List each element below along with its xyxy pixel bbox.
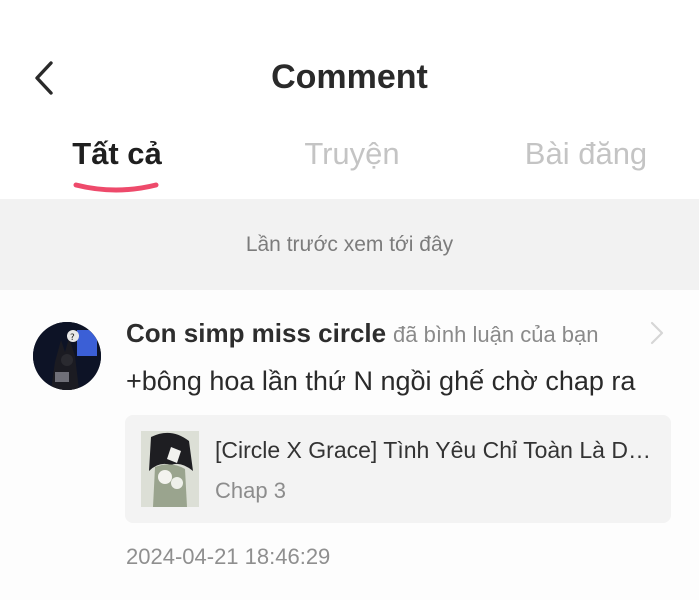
story-card[interactable]: [Circle X Grace] Tình Yêu Chỉ Toàn Là Dố… [125, 415, 671, 523]
last-viewed-divider: Lần trước xem tới đây [0, 199, 699, 290]
comment-author[interactable]: Con simp miss circle [126, 318, 386, 349]
avatar-image: ? [33, 322, 101, 390]
comment-action-text: đã bình luận của bạn [393, 322, 599, 347]
tab-stories[interactable]: Truyện [270, 136, 434, 172]
header: Comment [0, 0, 699, 130]
svg-text:?: ? [70, 333, 75, 343]
comment-timestamp: 2024-04-21 18:46:29 [126, 544, 331, 569]
last-viewed-label: Lần trước xem tới đây [245, 232, 454, 256]
chevron-right-icon[interactable] [646, 320, 668, 346]
comment-text: +bông hoa lần thứ N ngồi ghế chờ chap ra [126, 366, 636, 396]
chapter-label: Chap 3 [215, 478, 286, 503]
page-title: Comment [271, 58, 428, 96]
tab-posts[interactable]: Bài đăng [500, 136, 672, 172]
comment-list: ? Con simp miss circle đã bình luận của … [0, 290, 699, 600]
story-title: [Circle X Grace] Tình Yêu Chỉ Toàn Là Dố… [215, 437, 661, 463]
tab-all[interactable]: Tất cả [40, 136, 194, 172]
avatar[interactable]: ? [33, 322, 101, 390]
active-tab-indicator [73, 182, 159, 193]
story-cover-image [141, 431, 199, 507]
